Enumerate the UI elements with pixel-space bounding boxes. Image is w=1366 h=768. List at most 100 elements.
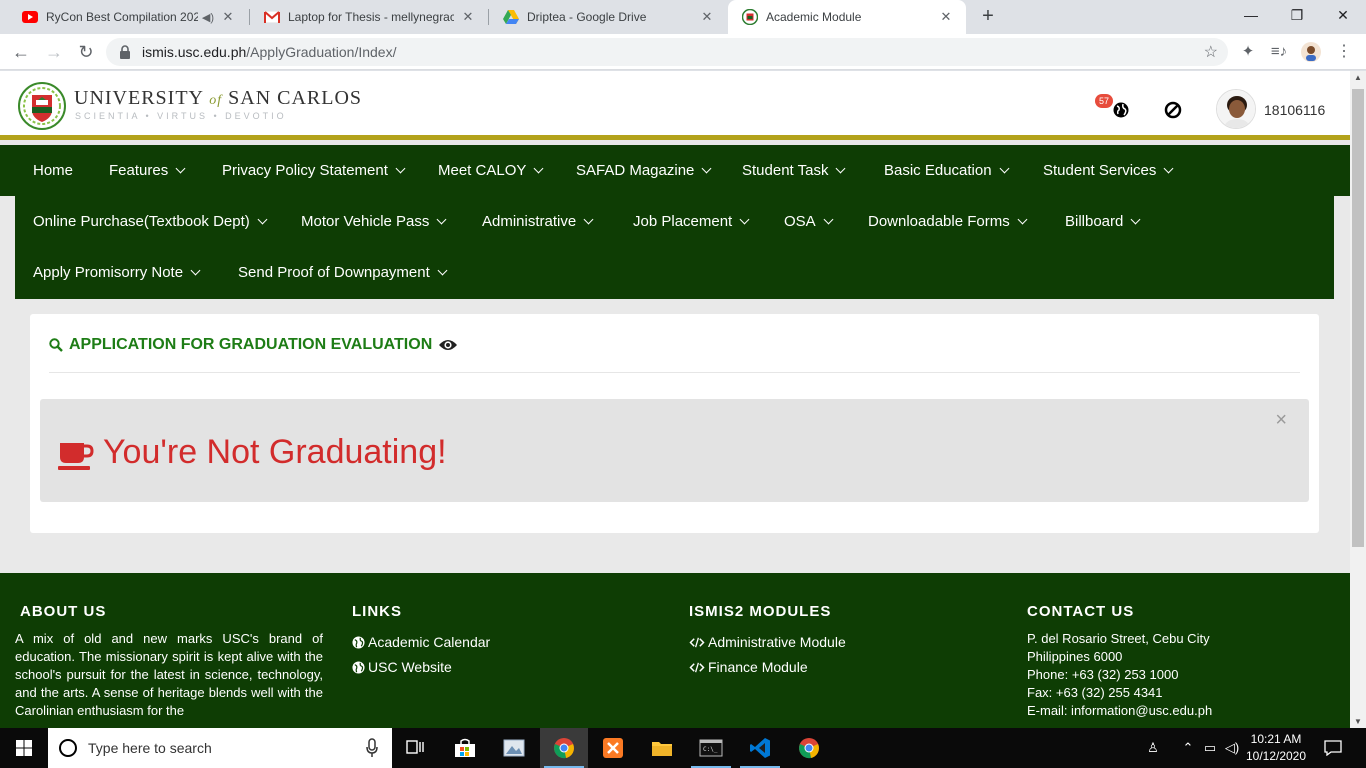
nav-item-meet-caloy[interactable]: Meet CALOY: [438, 145, 544, 196]
chevron-down-icon: [437, 265, 448, 276]
alert-close-button[interactable]: ×: [1275, 409, 1287, 432]
nav-item-billboard[interactable]: Billboard: [1065, 196, 1141, 247]
usc-logo[interactable]: [18, 82, 66, 130]
nav-item-safad-magazine[interactable]: SAFAD Magazine: [576, 145, 712, 196]
footer-link-text: Administrative Module: [708, 634, 846, 650]
chevron-down-icon: [701, 163, 712, 174]
coffee-cup-icon: [58, 443, 94, 470]
chrome-secondary-icon[interactable]: [785, 728, 833, 768]
browser-tab-strip: RyCon Best Compilation 2020 ◀) ✕ Laptop …: [0, 0, 1366, 34]
ban-icon[interactable]: [1164, 101, 1182, 119]
nav-item-privacy-policy[interactable]: Privacy Policy Statement: [222, 145, 406, 196]
file-explorer-icon[interactable]: [638, 728, 686, 768]
browser-tab[interactable]: Laptop for Thesis - mellynegrace ✕: [250, 0, 488, 34]
profile-avatar-icon[interactable]: [1301, 42, 1321, 62]
nav-item-student-services[interactable]: Student Services: [1043, 145, 1174, 196]
terminal-icon[interactable]: C:\_: [687, 728, 735, 768]
task-view-icon[interactable]: [392, 728, 440, 768]
tab-title: Academic Module: [766, 10, 862, 24]
clock-time: 10:21 AM: [1250, 732, 1302, 746]
footer-heading: CONTACT US: [1027, 603, 1135, 620]
browser-tab[interactable]: RyCon Best Compilation 2020 ◀) ✕: [8, 0, 248, 34]
battery-icon[interactable]: ▭: [1200, 728, 1220, 768]
user-id[interactable]: 18106116: [1264, 102, 1325, 118]
minimize-button[interactable]: —: [1228, 0, 1274, 30]
google-drive-icon: [503, 9, 519, 25]
globe-notifications-icon[interactable]: [1112, 101, 1130, 119]
search-icon: [59, 739, 77, 757]
url-host: ismis.usc.edu.ph: [142, 44, 247, 60]
nav-label: Downloadable Forms: [868, 213, 1010, 230]
extensions-puzzle-icon[interactable]: ✦: [1238, 42, 1258, 62]
page-scrollbar[interactable]: ▲ ▼: [1350, 71, 1366, 728]
people-icon[interactable]: ♙: [1140, 728, 1166, 768]
restore-button[interactable]: ❐: [1274, 0, 1320, 30]
chrome-menu-icon[interactable]: ⋮: [1334, 42, 1354, 62]
chrome-taskbar-icon[interactable]: [540, 728, 588, 768]
nav-item-features[interactable]: Features: [109, 145, 186, 196]
nav-item-student-task[interactable]: Student Task: [742, 145, 846, 196]
search-icon: [49, 338, 63, 352]
close-tab-icon[interactable]: ✕: [220, 9, 236, 25]
photos-app-icon[interactable]: [490, 728, 538, 768]
nav-item-home[interactable]: Home: [33, 145, 73, 196]
nav-item-downloadable-forms[interactable]: Downloadable Forms: [868, 196, 1028, 247]
nav-item-osa[interactable]: OSA: [784, 196, 834, 247]
xampp-icon[interactable]: [589, 728, 637, 768]
microsoft-store-icon[interactable]: [441, 728, 489, 768]
nav-item-online-purchase[interactable]: Online Purchase(Textbook Dept): [33, 196, 268, 247]
nav-label: Privacy Policy Statement: [222, 162, 388, 179]
lock-icon[interactable]: [118, 44, 132, 60]
scroll-up-arrow-icon[interactable]: ▲: [1354, 73, 1362, 82]
microphone-icon[interactable]: [366, 738, 378, 758]
address-bar[interactable]: ismis.usc.edu.ph/ApplyGraduation/Index/ …: [106, 38, 1228, 66]
close-tab-icon[interactable]: ✕: [460, 9, 476, 25]
nav-label: Send Proof of Downpayment: [238, 264, 430, 281]
contact-email[interactable]: E-mail: information@usc.edu.ph: [1027, 702, 1212, 720]
new-tab-button[interactable]: +: [978, 6, 998, 26]
close-tab-icon[interactable]: ✕: [699, 9, 715, 25]
nav-label: Administrative: [482, 213, 577, 230]
nav-label: Meet CALOY: [438, 162, 527, 179]
chevron-down-icon: [175, 163, 186, 174]
back-button[interactable]: ←: [9, 40, 33, 64]
chevron-down-icon: [395, 163, 406, 174]
vscode-icon[interactable]: [736, 728, 784, 768]
audio-icon[interactable]: ◀): [202, 11, 214, 24]
start-button[interactable]: [0, 728, 48, 768]
footer-heading: ABOUT US: [20, 603, 107, 620]
close-window-button[interactable]: ✕: [1320, 0, 1366, 30]
notification-count-badge[interactable]: 57: [1095, 94, 1114, 108]
nav-item-motor-vehicle-pass[interactable]: Motor Vehicle Pass: [301, 196, 447, 247]
media-control-icon[interactable]: ≡♪: [1269, 42, 1289, 62]
action-center-icon[interactable]: [1320, 728, 1346, 768]
nav-item-send-proof-of-downpayment[interactable]: Send Proof of Downpayment: [238, 247, 448, 298]
nav-item-job-placement[interactable]: Job Placement: [633, 196, 750, 247]
scrollbar-thumb[interactable]: [1352, 89, 1364, 547]
footer-link-finance-module[interactable]: Finance Module: [689, 655, 846, 680]
not-graduating-message: You're Not Graduating!: [103, 433, 447, 471]
bookmark-star-icon[interactable]: ☆: [1204, 42, 1218, 62]
footer-link-usc-website[interactable]: USC Website: [352, 655, 490, 680]
nav-item-administrative[interactable]: Administrative: [482, 196, 594, 247]
close-tab-icon[interactable]: ✕: [938, 9, 954, 25]
browser-tab[interactable]: Driptea - Google Drive ✕: [489, 0, 727, 34]
footer-link-administrative-module[interactable]: Administrative Module: [689, 630, 846, 655]
reload-button[interactable]: ↻: [74, 40, 98, 64]
url-text[interactable]: ismis.usc.edu.ph/ApplyGraduation/Index/: [142, 38, 397, 66]
browser-toolbar: ← → ↻ ismis.usc.edu.ph/ApplyGraduation/I…: [0, 34, 1366, 70]
taskbar-search-box[interactable]: Type here to search: [48, 728, 392, 768]
user-avatar[interactable]: [1216, 89, 1256, 129]
show-hidden-icons-chevron[interactable]: ⌃: [1178, 728, 1198, 768]
page-viewport: UNIVERSITY of SAN CARLOS SCIENTIA • VIRT…: [0, 71, 1350, 728]
scroll-down-arrow-icon[interactable]: ▼: [1354, 717, 1362, 726]
browser-tab-active[interactable]: Academic Module ✕: [728, 0, 966, 34]
footer-link-academic-calendar[interactable]: Academic Calendar: [352, 630, 490, 655]
nav-item-apply-promissory-note[interactable]: Apply Promisorry Note: [33, 247, 201, 298]
windows-logo-icon: [16, 740, 32, 756]
volume-icon[interactable]: ◁): [1222, 728, 1242, 768]
taskbar-clock[interactable]: 10:21 AM 10/12/2020: [1244, 731, 1308, 765]
forward-button[interactable]: →: [42, 40, 66, 64]
nav-item-basic-education[interactable]: Basic Education: [884, 145, 1010, 196]
footer-about-text: A mix of old and new marks USC's brand o…: [15, 631, 323, 718]
